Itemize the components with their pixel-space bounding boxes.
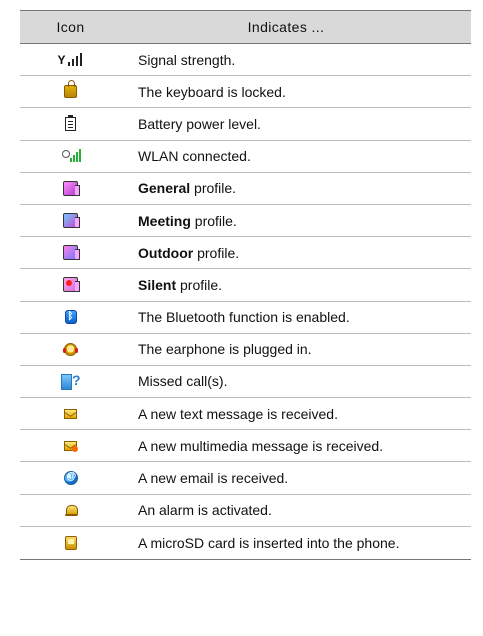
profile-name: Outdoor [138, 244, 194, 261]
silent-profile-icon [63, 277, 80, 293]
table-row: The keyboard is locked. [20, 76, 471, 109]
icon-cell: ? [20, 366, 121, 397]
table-row: Silent profile. [20, 269, 471, 302]
meeting-profile-icon [63, 213, 80, 229]
icon-cell [20, 495, 121, 526]
table-header: Icon Indicates ... [20, 11, 471, 44]
description-text: Battery power level. [138, 115, 261, 132]
icon-cell [20, 430, 121, 461]
description-cell: Signal strength. [121, 52, 471, 68]
bluetooth-icon: ᛒ [64, 310, 77, 325]
icon-cell [20, 334, 121, 365]
table-row: A new multimedia message is received. [20, 430, 471, 463]
description-cell: General profile. [121, 180, 471, 196]
description-cell: Outdoor profile. [121, 245, 471, 261]
description-cell: A new multimedia message is received. [121, 438, 471, 454]
status-icons-table-page: Icon Indicates ... Y Signal strength. Th… [0, 0, 483, 636]
description-text: The earphone is plugged in. [138, 341, 312, 358]
icon-cell [20, 462, 121, 493]
description-text: profile. [176, 276, 223, 293]
description-cell: The Bluetooth function is enabled. [121, 309, 471, 325]
description-text: profile. [190, 180, 237, 197]
description-cell: Missed call(s). [121, 373, 471, 389]
general-profile-icon [63, 180, 80, 196]
description-text: The keyboard is locked. [138, 83, 286, 100]
icon-cell [20, 269, 121, 300]
icon-cell [20, 205, 121, 236]
signal-strength-icon: Y [57, 52, 85, 67]
table-row: A microSD card is inserted into the phon… [20, 527, 471, 559]
description-text: Signal strength. [138, 51, 236, 68]
earphone-icon [63, 342, 78, 356]
description-cell: Meeting profile. [121, 213, 471, 229]
description-cell: A new text message is received. [121, 406, 471, 422]
table-row: A new email is received. [20, 462, 471, 495]
wlan-icon [61, 149, 81, 163]
table-row: Outdoor profile. [20, 237, 471, 270]
icon-cell [20, 527, 121, 559]
profile-name: General [138, 180, 191, 197]
table-row: WLAN connected. [20, 141, 471, 173]
description-text: Missed call(s). [138, 373, 228, 390]
keyboard-lock-icon [64, 80, 77, 99]
description-text: profile. [193, 244, 240, 261]
description-cell: Battery power level. [121, 116, 471, 132]
description-cell: A microSD card is inserted into the phon… [121, 535, 471, 551]
status-icons-table: Icon Indicates ... Y Signal strength. Th… [20, 10, 471, 560]
profile-name: Silent [138, 276, 177, 293]
profile-name: Meeting [138, 212, 191, 229]
table-row: An alarm is activated. [20, 495, 471, 527]
description-cell: The keyboard is locked. [121, 84, 471, 100]
description-text: A new text message is received. [138, 405, 338, 422]
description-text: A microSD card is inserted into the phon… [138, 534, 400, 551]
description-cell: Silent profile. [121, 277, 471, 293]
table-row: Meeting profile. [20, 205, 471, 238]
table-row: ᛒ The Bluetooth function is enabled. [20, 302, 471, 334]
description-text: An alarm is activated. [138, 502, 272, 519]
description-text: WLAN connected. [138, 148, 251, 165]
description-cell: A new email is received. [121, 470, 471, 486]
email-icon [63, 471, 78, 486]
battery-icon [65, 114, 76, 131]
description-cell: WLAN connected. [121, 148, 471, 164]
description-text: A new multimedia message is received. [138, 437, 384, 454]
alarm-icon [64, 504, 78, 517]
table-row: A new text message is received. [20, 398, 471, 431]
table-row: General profile. [20, 173, 471, 205]
icon-cell [20, 108, 121, 139]
table-row: The earphone is plugged in. [20, 334, 471, 366]
icon-cell [20, 398, 121, 429]
icon-cell: Y [20, 44, 121, 75]
table-row: ? Missed call(s). [20, 366, 471, 399]
table-row: Y Signal strength. [20, 44, 471, 77]
missed-call-icon: ? [60, 372, 81, 391]
description-cell: An alarm is activated. [121, 502, 471, 518]
outdoor-profile-icon [63, 245, 80, 261]
description-cell: The earphone is plugged in. [121, 341, 471, 357]
icon-cell [20, 76, 121, 107]
multimedia-message-icon [64, 440, 78, 452]
indicates-column-header: Indicates ... [247, 19, 325, 35]
text-message-icon [64, 408, 77, 419]
microsd-card-icon [64, 535, 77, 550]
description-text: A new email is received. [138, 470, 289, 487]
table-row: Battery power level. [20, 108, 471, 141]
icon-cell [20, 141, 121, 172]
icon-cell [20, 237, 121, 268]
description-text: The Bluetooth function is enabled. [138, 309, 350, 326]
description-text: profile. [190, 212, 237, 229]
icon-cell [20, 173, 121, 204]
icon-column-header: Icon [56, 19, 85, 35]
icon-cell: ᛒ [20, 302, 121, 333]
